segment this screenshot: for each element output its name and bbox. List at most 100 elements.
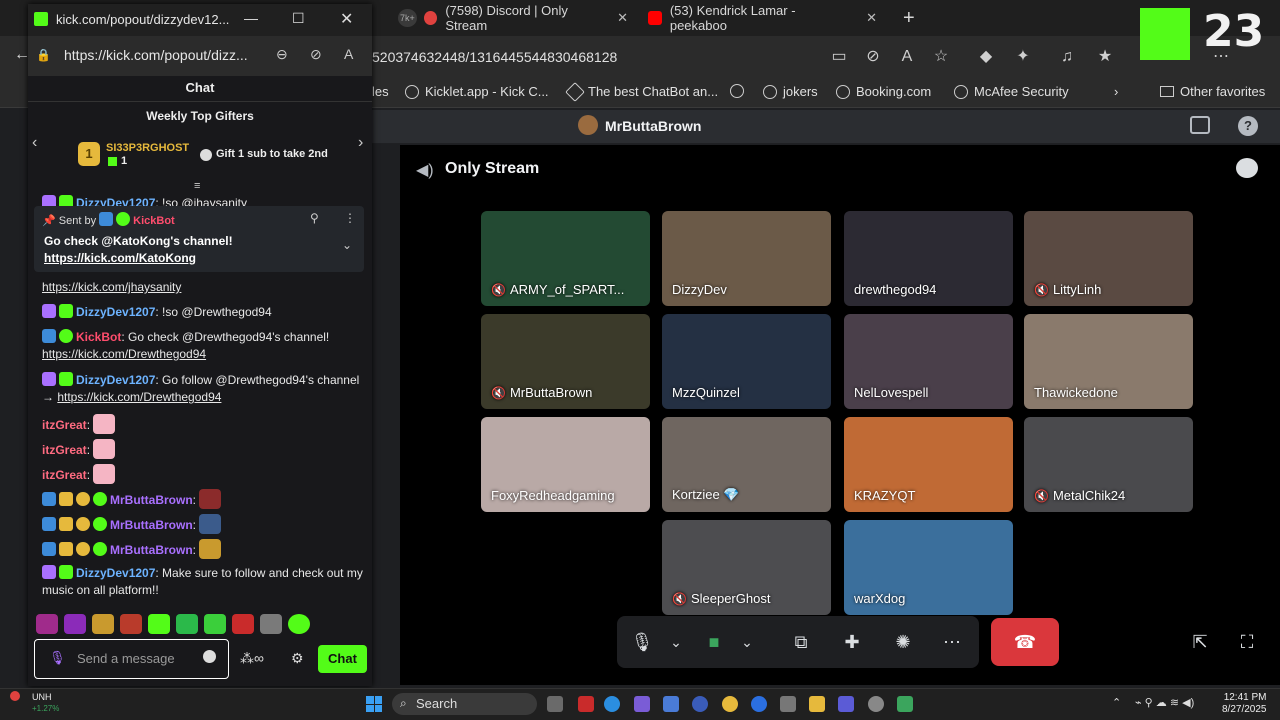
emote-icon[interactable]	[288, 614, 310, 634]
video-tile[interactable]: DizzyDev	[662, 211, 831, 306]
taskbar-search[interactable]: Search	[392, 693, 537, 715]
read-aloud-icon[interactable]: A	[344, 46, 353, 62]
bookmark-item[interactable]: McAfee Security	[954, 84, 1069, 99]
chat-username[interactable]: itzGreat	[42, 418, 87, 432]
app-icon[interactable]	[897, 696, 913, 712]
video-tile[interactable]: drewthegod94	[844, 211, 1013, 306]
extensions-icon[interactable]: ✦	[1012, 46, 1034, 68]
heart-emote-icon[interactable]	[93, 414, 116, 434]
video-tile[interactable]: 🔇 MetalChik24	[1024, 417, 1193, 512]
favorites-icon[interactable]: ★	[1094, 46, 1116, 68]
emote-icon[interactable]	[199, 514, 222, 534]
screen-share-icon[interactable]: ⧉	[787, 628, 815, 656]
video-tile[interactable]: 🔇 LittyLinh	[1024, 211, 1193, 306]
microphone-icon[interactable]: 🎙	[628, 628, 656, 656]
chevron-right-icon[interactable]: ›	[358, 134, 363, 152]
video-tile[interactable]: FoxyRedheadgaming	[481, 417, 650, 512]
video-tile[interactable]: Thawickedone	[1024, 314, 1193, 409]
more-options-icon[interactable]: ⋮	[344, 211, 356, 225]
tab-youtube[interactable]: (53) Kendrick Lamar - peekaboo ✕	[640, 3, 885, 33]
other-favorites[interactable]: Other favorites	[1160, 84, 1265, 99]
video-tile[interactable]: 🔇 ARMY_of_SPART...	[481, 211, 650, 306]
close-icon[interactable]: ✕	[866, 10, 877, 26]
inbox-icon[interactable]	[1190, 116, 1210, 134]
gift-prompt[interactable]: Gift 1 sub to take 2nd	[216, 148, 328, 160]
emote-icon[interactable]	[120, 614, 142, 634]
tracking-icon[interactable]: ⊘	[862, 46, 884, 68]
message-input[interactable]: 🎙 Send a message	[34, 639, 229, 679]
emoji-icon[interactable]	[203, 650, 216, 663]
store-icon[interactable]	[780, 696, 796, 712]
minimize-icon[interactable]: —	[244, 10, 258, 26]
task-view-icon[interactable]	[547, 696, 563, 712]
video-tile[interactable]: warXdog	[844, 520, 1013, 615]
kick-emote-icon[interactable]	[148, 614, 170, 634]
top-gifter-name[interactable]: SI33P3RGHOST	[106, 142, 189, 154]
disconnect-button[interactable]: ☎	[991, 618, 1059, 666]
settings-icon[interactable]	[868, 696, 884, 712]
teams-icon[interactable]	[838, 696, 854, 712]
bookmark-item[interactable]: Booking.com	[836, 84, 931, 99]
bookmark-item[interactable]: les	[372, 84, 389, 99]
emote-icon[interactable]	[204, 614, 226, 634]
help-icon[interactable]: ?	[1238, 116, 1258, 136]
bookmark-item[interactable]: Kicklet.app - Kick C...	[405, 84, 549, 99]
chevron-left-icon[interactable]: ‹	[32, 134, 37, 152]
windows-start-icon[interactable]	[366, 696, 382, 712]
pin-icon[interactable]: ⚲	[310, 211, 319, 225]
bookmark-item[interactable]: The best ChatBot an...	[565, 81, 718, 102]
collapse-icon[interactable]: ≡	[194, 180, 200, 192]
folder-icon[interactable]	[809, 696, 825, 712]
read-aloud-icon[interactable]: A	[896, 46, 918, 68]
new-tab-button[interactable]: +	[895, 4, 923, 32]
activity-gamepad-icon[interactable]: ✚	[838, 628, 866, 656]
emote-icon[interactable]	[199, 489, 222, 509]
emote-icon[interactable]	[176, 614, 198, 634]
video-tile[interactable]: Kortziee 💎	[662, 417, 831, 512]
url-field[interactable]: 520374632448/1316445544830468128	[372, 49, 617, 65]
maximize-icon[interactable]: ☐	[292, 10, 305, 27]
emote-icon[interactable]	[199, 539, 222, 559]
bookmark-item[interactable]: jokers	[763, 84, 818, 99]
heart-emote-icon[interactable]	[93, 439, 116, 459]
app-icon[interactable]	[663, 696, 679, 712]
chat-username[interactable]: MrButtaBrown	[110, 493, 193, 507]
more-options-icon[interactable]: ⋯	[938, 628, 966, 656]
camera-icon[interactable]: ▭	[828, 46, 850, 68]
chat-link[interactable]: https://kick.com/Drewthegod94	[57, 390, 221, 404]
heart-emote-icon[interactable]	[93, 464, 116, 484]
bookmark-item[interactable]	[730, 84, 750, 98]
mcafee-icon[interactable]	[578, 696, 594, 712]
emote-icon[interactable]	[36, 614, 58, 634]
close-icon[interactable]: ✕	[617, 10, 628, 26]
chat-username[interactable]: itzGreat	[42, 443, 87, 457]
emote-icon[interactable]	[232, 614, 254, 634]
chat-username[interactable]: MrButtaBrown	[110, 518, 193, 532]
chat-username[interactable]: itzGreat	[42, 468, 87, 482]
chat-username[interactable]: DizzyDev1207	[76, 566, 155, 580]
zoom-icon[interactable]: ⊖	[276, 46, 288, 63]
back-arrow-icon[interactable]: ←	[14, 46, 30, 64]
emote-icon[interactable]	[92, 614, 114, 634]
chat-send-button[interactable]: Chat	[318, 645, 367, 673]
camera-icon[interactable]: ■	[700, 628, 728, 656]
tab-discord[interactable]: (7598) Discord | Only Stream ✕	[416, 3, 636, 33]
chrome-icon[interactable]	[722, 696, 738, 712]
emote-icon[interactable]	[64, 614, 86, 634]
chat-username[interactable]: DizzyDev1207	[76, 305, 155, 319]
chat-icon[interactable]	[1236, 158, 1258, 178]
chat-link[interactable]: https://kick.com/Drewthegod94	[42, 347, 206, 361]
emote-icon[interactable]	[260, 614, 282, 634]
video-tile[interactable]: MzzQuinzel	[662, 314, 831, 409]
popout-icon[interactable]: ⇱	[1186, 628, 1214, 656]
channel-points-icon[interactable]: ⁂∞	[240, 650, 264, 667]
copilot-icon[interactable]	[634, 696, 650, 712]
zoom-app-icon[interactable]	[751, 696, 767, 712]
chat-link[interactable]: https://kick.com/jhaysanity	[42, 280, 181, 294]
tray-chevron-icon[interactable]: ⌃	[1112, 696, 1121, 709]
fullscreen-icon[interactable]: ⛶	[1233, 628, 1261, 656]
pinned-link[interactable]: https://kick.com/KatoKong	[44, 251, 196, 265]
chat-username[interactable]: DizzyDev1207	[76, 373, 155, 387]
chevron-down-icon[interactable]: ⌄	[662, 628, 690, 656]
pinned-sender[interactable]: KickBot	[133, 215, 175, 227]
